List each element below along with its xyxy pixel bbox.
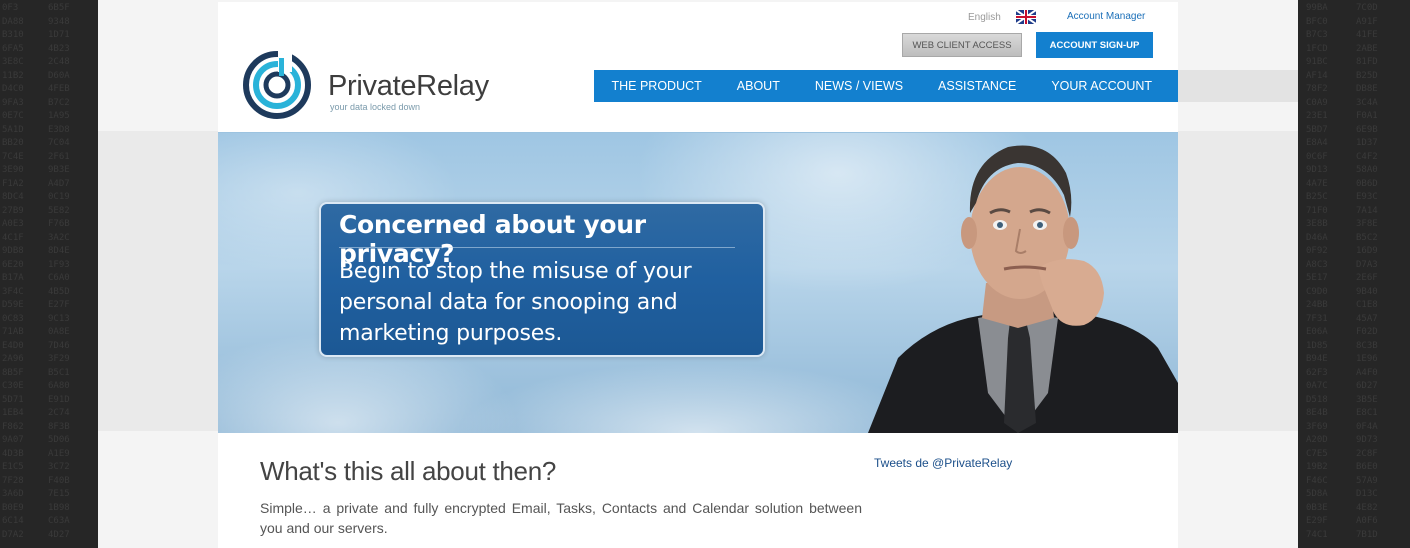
- content-title: What's this all about then?: [260, 456, 557, 486]
- content-intro-text: Simple… a private and fully encrypted Em…: [260, 500, 862, 536]
- brand-name[interactable]: PrivateRelay: [328, 70, 489, 102]
- hero-message-box: Concerned about your privacy? Begin to s…: [319, 202, 765, 357]
- businessman-photo: [868, 145, 1178, 433]
- nav-item-news-views[interactable]: NEWS / VIEWS: [797, 70, 920, 102]
- main-navigation: THE PRODUCT ABOUT NEWS / VIEWS ASSISTANC…: [594, 70, 1178, 102]
- nav-item-assistance[interactable]: ASSISTANCE: [921, 70, 1034, 102]
- brand-tagline: your data locked down: [330, 102, 421, 112]
- private-relay-logo-icon[interactable]: [242, 50, 312, 120]
- brand-name-relay: Relay: [416, 70, 489, 102]
- uk-flag-icon[interactable]: [1016, 10, 1036, 24]
- nav-item-your-account[interactable]: YOUR ACCOUNT: [1034, 70, 1170, 102]
- web-client-access-button[interactable]: WEB CLIENT ACCESS: [902, 33, 1022, 57]
- account-manager-link[interactable]: Account Manager: [1067, 11, 1145, 22]
- page-container: English Account Manager WEB CLIENT ACCES…: [218, 2, 1178, 548]
- brand-name-private: Private: [328, 70, 417, 102]
- hero-divider: [339, 247, 735, 248]
- account-signup-button[interactable]: ACCOUNT SIGN-UP: [1036, 32, 1153, 58]
- nav-background-extension: [1178, 70, 1298, 102]
- language-selector[interactable]: English: [968, 12, 1001, 23]
- left-background-pattern: 0F3 DA88 B310 6FA5 3E8C 11B2 D4C0 9FA3 0…: [0, 0, 98, 548]
- right-background-pattern: 99BA BFC0 B7C3 1FCD 91BC AF14 78F2 C0A9 …: [1298, 0, 1410, 548]
- twitter-feed-link[interactable]: Tweets de @PrivateRelay: [874, 456, 1012, 470]
- hero-banner: Concerned about your privacy? Begin to s…: [218, 132, 1178, 433]
- hero-body-text: Begin to stop the misuse of your persona…: [339, 259, 692, 346]
- nav-item-about[interactable]: ABOUT: [719, 70, 797, 102]
- nav-item-the-product[interactable]: THE PRODUCT: [594, 70, 719, 102]
